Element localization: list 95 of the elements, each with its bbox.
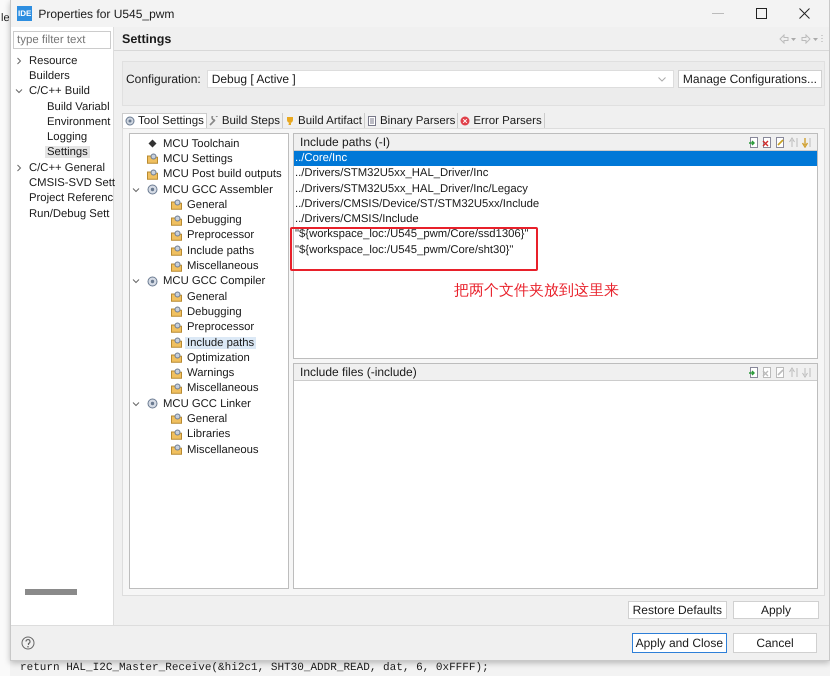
include-path-item[interactable]: ../Drivers/STM32U5xx_HAL_Driver/Inc/Legacy <box>294 182 817 197</box>
error-icon <box>460 116 470 126</box>
folder-icon <box>171 352 182 364</box>
close-icon[interactable] <box>799 8 810 19</box>
nav-item[interactable]: Project Referenc <box>27 192 116 204</box>
folder-icon <box>171 337 182 348</box>
folder-icon <box>171 322 182 333</box>
expander-icon[interactable] <box>132 277 140 286</box>
scrollbar-thumb[interactable] <box>25 589 77 595</box>
tool-tree-item[interactable]: MCU Post build outputs <box>161 168 284 180</box>
editor-text: le <box>1 12 10 24</box>
restore-defaults-button[interactable]: Restore Defaults <box>628 601 727 619</box>
folder-icon <box>171 199 182 210</box>
apply-and-close-button[interactable]: Apply and Close <box>632 633 727 653</box>
edit-icon[interactable] <box>775 366 785 378</box>
app-logo: IDE <box>17 6 32 21</box>
add-icon[interactable] <box>749 136 759 148</box>
nav-item[interactable]: Build Variabl <box>45 100 112 113</box>
filter-field[interactable]: type filter text <box>13 31 111 49</box>
tool-tree-item[interactable]: Miscellaneous <box>185 444 261 456</box>
folder-icon <box>171 291 182 302</box>
chip-icon <box>147 138 158 150</box>
folder-icon <box>171 306 182 318</box>
tool-tree-item[interactable]: Warnings <box>185 367 236 380</box>
nav-item[interactable]: CMSIS-SVD Sett <box>27 177 118 190</box>
folder-icon <box>171 413 182 424</box>
folder-icon <box>171 382 182 394</box>
tool-tree-item[interactable]: Preprocessor <box>185 229 256 242</box>
document-icon <box>366 116 377 126</box>
annotation-text: 把两个文件夹放到这里来 <box>454 281 619 300</box>
nav-item[interactable]: C/C++ General <box>27 162 107 174</box>
help-icon[interactable] <box>21 636 35 650</box>
tool-tree-item[interactable]: Include paths <box>185 244 256 257</box>
page-title: Settings <box>122 32 172 46</box>
tool-tree-item[interactable]: MCU GCC Assembler <box>161 184 275 196</box>
panel-title: Include paths (-I) <box>300 135 390 149</box>
expander-icon[interactable] <box>132 400 140 408</box>
expander-icon[interactable] <box>15 56 23 65</box>
nav-item[interactable]: Resource <box>27 54 80 67</box>
include-path-item[interactable]: ../Core/Inc <box>294 151 817 166</box>
tool-tree-item[interactable]: Preprocessor <box>185 321 256 334</box>
folder-icon <box>171 260 182 272</box>
nav-item[interactable]: Builders <box>27 70 72 82</box>
tool-tree-item[interactable]: General <box>185 198 230 211</box>
nav-item[interactable]: Environment <box>45 116 112 128</box>
folder-icon <box>171 428 182 440</box>
tool-tree-item[interactable]: MCU Toolchain <box>161 138 242 150</box>
include-path-item[interactable]: ../Drivers/STM32U5xx_HAL_Driver/Inc <box>294 166 817 182</box>
tab[interactable]: Tool Settings <box>122 113 207 128</box>
folder-icon <box>171 444 182 456</box>
tool-tree-item[interactable]: Miscellaneous <box>185 382 261 394</box>
nav-item[interactable]: Run/Debug Sett <box>27 208 112 220</box>
expander-icon[interactable] <box>132 186 140 194</box>
tool-tree-item[interactable]: General <box>185 412 230 425</box>
tool-tree-item[interactable]: Optimization <box>185 352 252 364</box>
manage-configurations-button[interactable]: Manage Configurations... <box>678 70 822 88</box>
trophy-icon <box>285 116 296 126</box>
panel-title: Include files (-include) <box>300 365 417 379</box>
nav-item[interactable]: C/C++ Build <box>27 85 92 98</box>
tool-tree-item[interactable]: MCU GCC Compiler <box>161 275 268 288</box>
move-down-icon[interactable] <box>801 136 811 148</box>
tool-tree-item[interactable]: Debugging <box>185 214 244 226</box>
include-path-item[interactable]: "${workspace_loc:/U545_pwm/Core/ssd1306}" <box>294 227 817 243</box>
tool-tree-item[interactable]: Libraries <box>185 428 232 440</box>
configuration-label: Configuration: <box>126 72 201 86</box>
folder-icon <box>147 168 158 180</box>
expander-icon[interactable] <box>15 164 23 172</box>
nav-item[interactable]: Logging <box>45 131 90 144</box>
window-title: Properties for U545_pwm <box>38 6 174 20</box>
folder-icon <box>171 368 182 379</box>
navigation-arrows-icon[interactable] <box>779 34 823 44</box>
chevron-down-icon[interactable] <box>658 76 666 82</box>
nav-item[interactable]: Settings <box>45 146 90 158</box>
edit-icon[interactable] <box>775 136 785 148</box>
tool-tree-item[interactable]: Include paths <box>185 336 256 348</box>
tool-tree-item[interactable]: Miscellaneous <box>185 260 261 272</box>
folder-icon <box>147 153 158 164</box>
include-path-item[interactable]: ../Drivers/CMSIS/Include <box>294 212 817 228</box>
tool-tree-item[interactable]: General <box>185 290 230 303</box>
tool-tree-item[interactable]: MCU Settings <box>161 152 235 165</box>
delete-icon[interactable] <box>762 136 772 148</box>
add-icon[interactable] <box>749 366 759 378</box>
configuration-dropdown[interactable]: Debug [ Active ] <box>206 70 674 88</box>
code-line: return HAL_I2C_Master_Receive(&hi2c1, SHT30_ADDR_READ, dat, 6, 0xFFFF); <box>20 662 489 675</box>
maximize-icon[interactable] <box>756 8 767 19</box>
tool-tree-item[interactable]: Debugging <box>185 306 244 318</box>
folder-icon <box>171 245 182 256</box>
expander-icon[interactable] <box>15 87 23 96</box>
apply-button[interactable]: Apply <box>733 601 819 619</box>
folder-icon <box>171 230 182 241</box>
include-path-item[interactable]: "${workspace_loc:/U545_pwm/Core/sht30}" <box>294 242 817 258</box>
include-path-item[interactable]: ../Drivers/CMSIS/Device/ST/STM32U5xx/Include <box>294 196 817 212</box>
tool-tree-item[interactable]: MCU GCC Linker <box>161 398 253 410</box>
cancel-button[interactable]: Cancel <box>733 633 817 653</box>
folder-icon <box>171 214 182 226</box>
